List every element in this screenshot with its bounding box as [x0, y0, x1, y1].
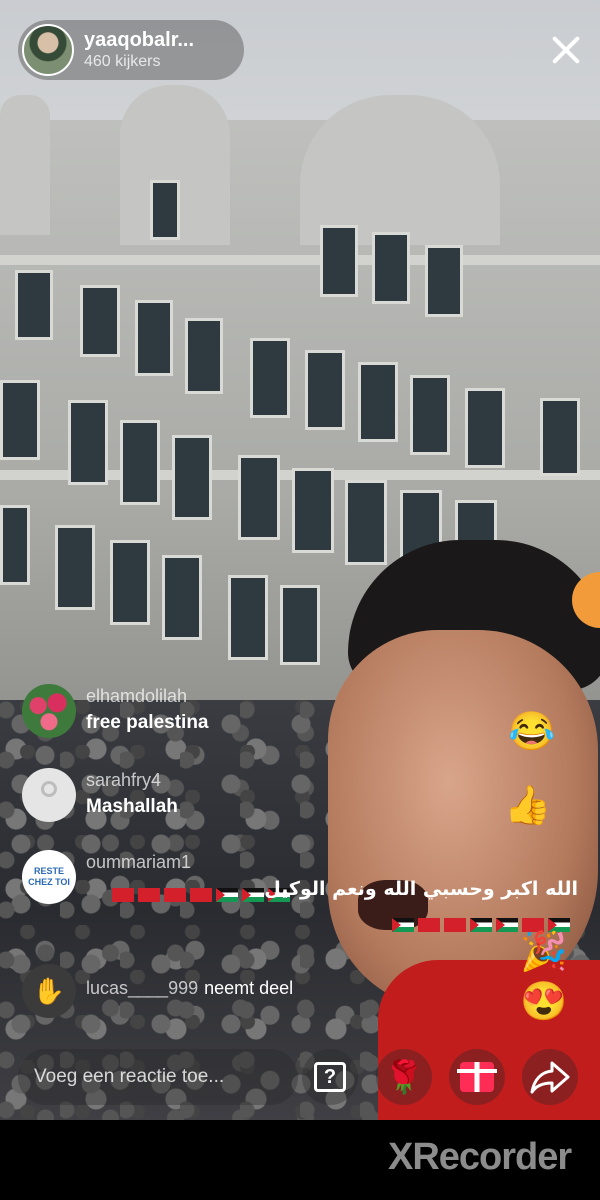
- host-text: yaaqobalr... 460 kijkers: [84, 28, 194, 72]
- comment-body: elhamdolilah free palestina: [86, 684, 209, 736]
- window: [250, 338, 290, 418]
- thumbs-up-heart-eyes-emoji: 👍: [504, 785, 552, 827]
- question-button[interactable]: ?: [302, 1049, 358, 1105]
- host-avatar[interactable]: [22, 24, 74, 76]
- palestine-flag-icon: [242, 888, 264, 903]
- gable-left: [0, 95, 50, 235]
- cornice-upper: [0, 255, 600, 265]
- laughing-emoji: 😂: [508, 711, 556, 753]
- window: [228, 575, 268, 660]
- default-avatar[interactable]: [22, 768, 76, 822]
- morocco-flag-icon: [138, 888, 160, 903]
- window: [15, 270, 53, 340]
- comment-body: oummariam1: [86, 850, 191, 874]
- window: [0, 380, 40, 460]
- window: [238, 455, 280, 540]
- streamer-person: [318, 540, 600, 1120]
- window: [358, 362, 398, 442]
- palestine-flag-icon: [392, 918, 414, 933]
- morocco-flag-icon: [164, 888, 186, 903]
- window: [540, 398, 580, 476]
- window: [150, 180, 180, 240]
- join-event: ✋: [22, 964, 76, 1018]
- comment-item: elhamdolilah free palestina: [22, 684, 209, 738]
- avatar-text: RESTE CHEZ TOI: [28, 866, 70, 887]
- window: [135, 300, 173, 376]
- morocco-flag-icon: [112, 888, 134, 903]
- join-text: neemt deel: [204, 978, 294, 998]
- comment-item: sarahfry4 Mashallah: [22, 768, 178, 822]
- join-username[interactable]: lucas____999: [86, 978, 198, 998]
- window: [0, 505, 30, 585]
- window: [410, 375, 450, 455]
- palestine-flag-icon: [216, 888, 238, 903]
- waving-hand-avatar[interactable]: ✋: [22, 964, 76, 1018]
- bottom-bar: Voeg een reactie toe... ? 🌹: [0, 1045, 600, 1120]
- window: [162, 555, 202, 640]
- host-info-pill[interactable]: yaaqobalr... 460 kijkers: [18, 20, 244, 80]
- live-video-background: [0, 0, 600, 1120]
- morocco-flag-icon: [190, 888, 212, 903]
- window: [172, 435, 212, 520]
- reste-chez-toi-avatar[interactable]: RESTE CHEZ TOI: [22, 850, 76, 904]
- morocco-flag-icon: [444, 918, 466, 933]
- morocco-flag-icon: [418, 918, 440, 933]
- share-arrow-icon: [530, 1061, 570, 1094]
- comment-input[interactable]: Voeg een reactie toe...: [18, 1049, 298, 1105]
- share-button[interactable]: [522, 1049, 578, 1105]
- comment-text: الله اكبر وحسبي الله ونعم الوكيل: [264, 878, 578, 900]
- comment-username[interactable]: oummariam1: [86, 850, 191, 874]
- window: [80, 285, 120, 357]
- window: [185, 318, 223, 394]
- heart-eyes-emoji: 😍: [520, 981, 568, 1023]
- host-name[interactable]: yaaqobalr...: [84, 28, 194, 52]
- gift-box-icon: [457, 1062, 497, 1092]
- window: [68, 400, 108, 485]
- viewer-count: 460 kijkers: [84, 53, 161, 70]
- comment-text: Mashallah: [86, 796, 178, 817]
- question-icon: ?: [314, 1062, 346, 1092]
- comment-text: free palestina: [86, 712, 209, 733]
- palestine-flag-icon: [470, 918, 492, 933]
- window: [55, 525, 95, 610]
- rose-gift-icon: 🌹: [384, 1059, 424, 1095]
- window: [372, 232, 410, 304]
- rose-gift-button[interactable]: 🌹: [376, 1049, 432, 1105]
- gable-right: [300, 95, 500, 245]
- window: [120, 420, 160, 505]
- comment-username[interactable]: elhamdolilah: [86, 684, 209, 708]
- person-silhouette-icon: [41, 781, 57, 797]
- xrecorder-watermark: XRecorder: [388, 1136, 572, 1178]
- window: [425, 245, 463, 317]
- gift-button[interactable]: [449, 1049, 505, 1105]
- comment-body: sarahfry4 Mashallah: [86, 768, 178, 820]
- window: [320, 225, 358, 297]
- window: [465, 388, 505, 468]
- close-icon[interactable]: [548, 32, 584, 68]
- roses-avatar[interactable]: [22, 684, 76, 738]
- window: [305, 350, 345, 430]
- comment-username[interactable]: sarahfry4: [86, 768, 178, 792]
- party-emoji: 🎉: [520, 931, 568, 973]
- window: [110, 540, 150, 625]
- palestine-flag-icon: [496, 918, 518, 933]
- window: [280, 585, 320, 665]
- join-event-line: lucas____999 neemt deel: [86, 978, 293, 999]
